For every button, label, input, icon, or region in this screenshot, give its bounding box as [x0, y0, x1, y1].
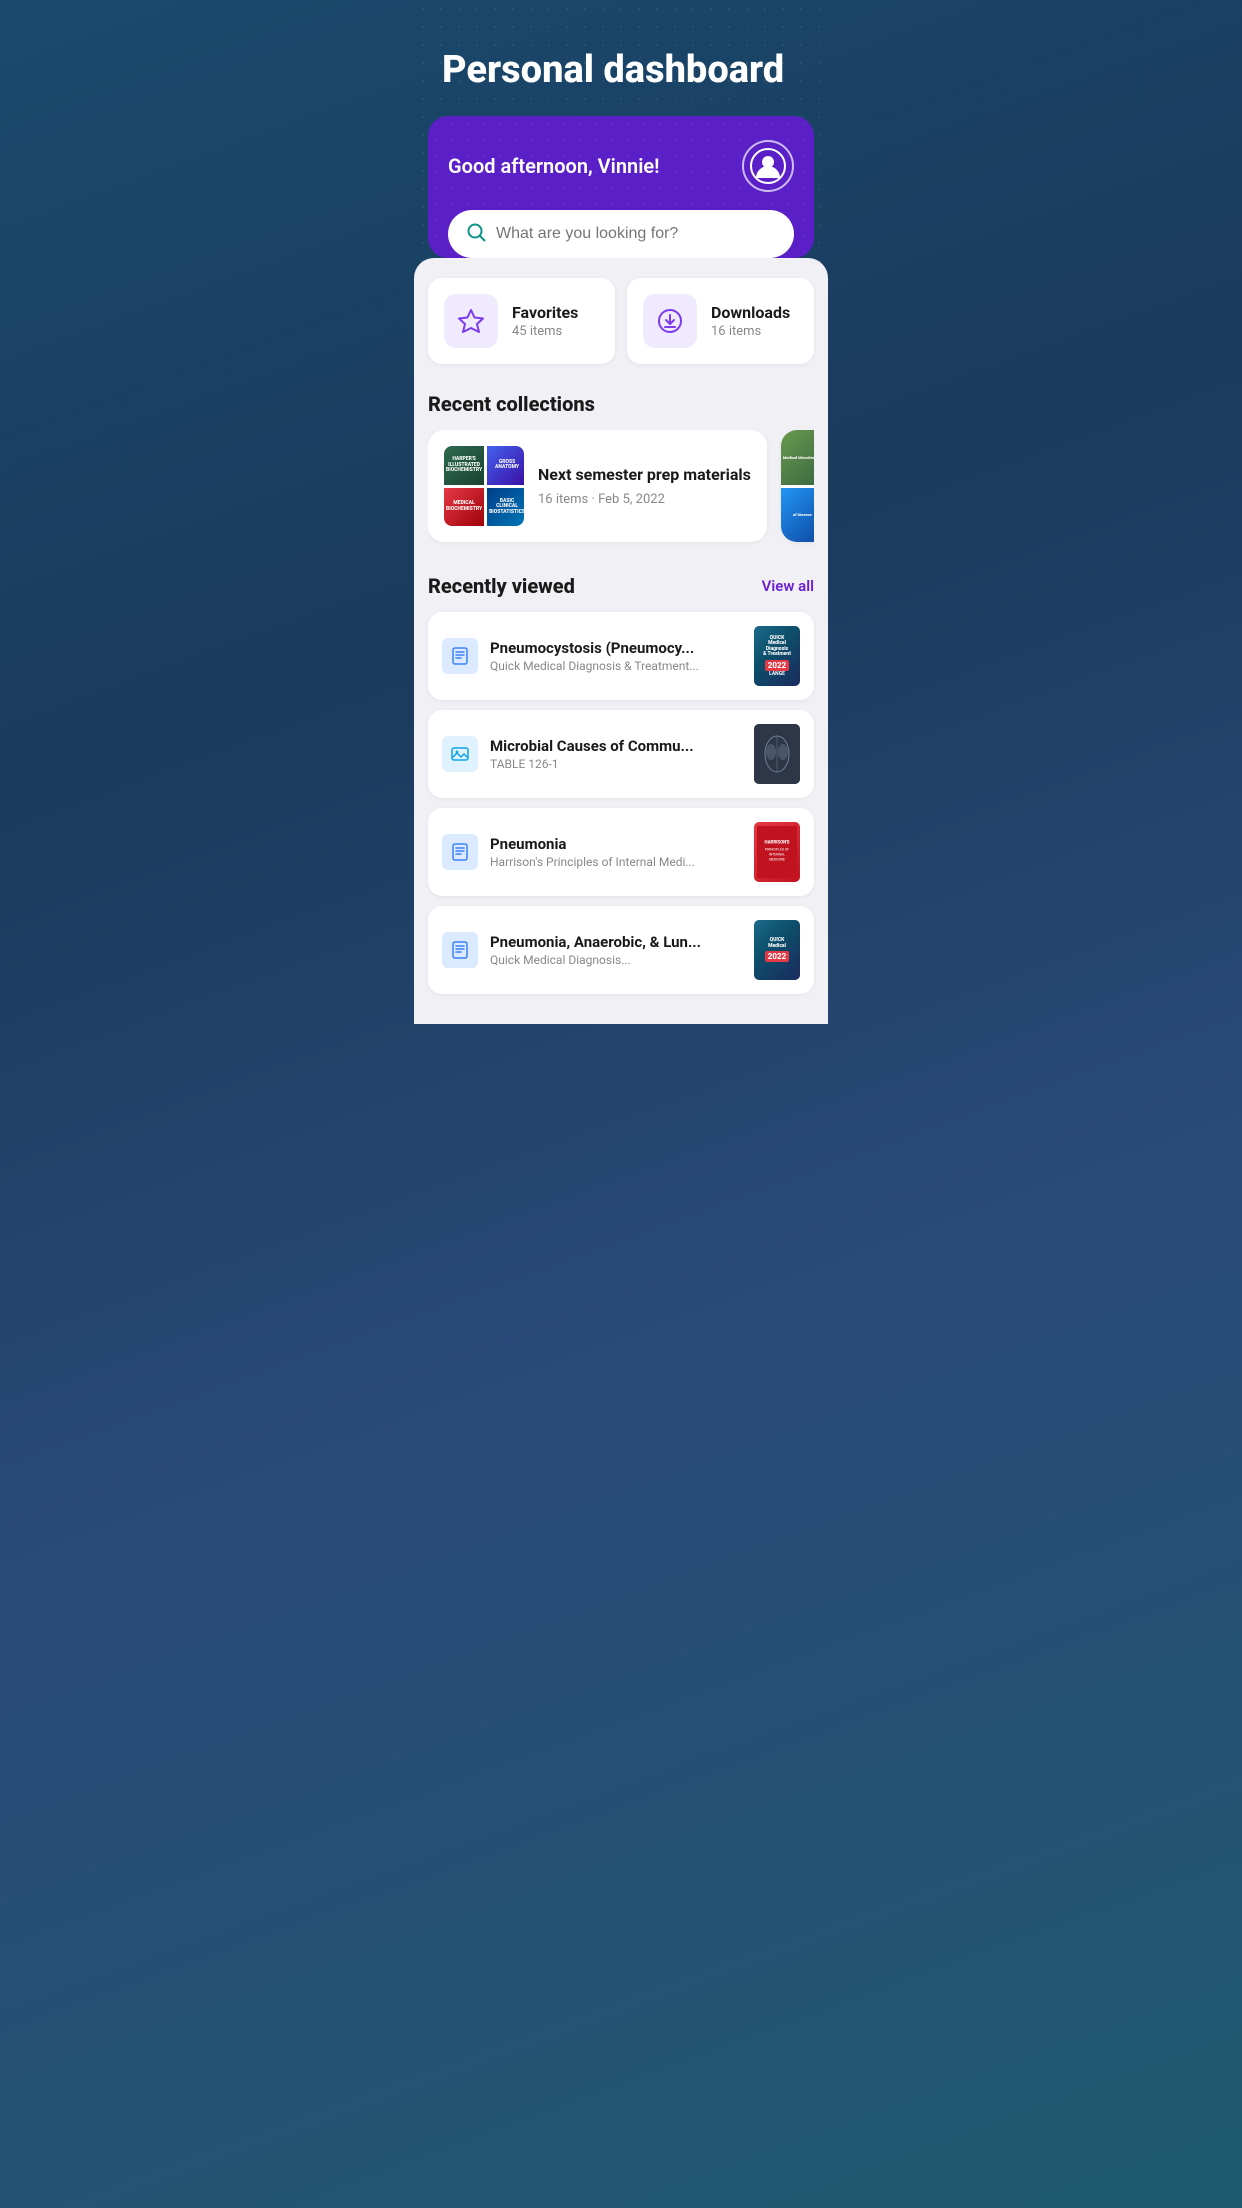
- viewed-item-4[interactable]: Pneumonia, Anaerobic, & Lun... Quick Med…: [428, 906, 814, 994]
- recently-viewed-list: Pneumocystosis (Pneumocy... Quick Medica…: [428, 612, 814, 994]
- phone-wrapper: Personal dashboard Good afternoon, Vinni…: [414, 0, 828, 1024]
- item-title-3: Pneumonia: [490, 835, 742, 853]
- item-text-4: Pneumonia, Anaerobic, & Lun... Quick Med…: [490, 933, 742, 967]
- downloads-card[interactable]: Downloads 16 items: [627, 278, 814, 364]
- recent-collections-section: Recent collections HARPER'S ILLUSTRATED …: [428, 392, 814, 546]
- collections-header: Recent collections: [428, 392, 814, 416]
- collection-card-partial[interactable]: Medical Microbiology Pathophysiology of …: [781, 430, 814, 542]
- collections-scroll[interactable]: HARPER'S ILLUSTRATED BIOCHEMISTRY GROSS …: [428, 430, 814, 546]
- content-area: Favorites 45 items Downloads 16 items: [414, 258, 828, 1024]
- svg-text:HARRISON'S: HARRISON'S: [765, 840, 790, 845]
- partial-books: Medical Microbiology Pathophysiology of …: [781, 430, 814, 542]
- downloads-label: Downloads: [711, 303, 790, 322]
- viewed-item-1[interactable]: Pneumocystosis (Pneumocy... Quick Medica…: [428, 612, 814, 700]
- recently-viewed-title: Recently viewed: [428, 574, 575, 598]
- favorites-count: 45 items: [512, 324, 578, 339]
- avatar-button[interactable]: [742, 140, 794, 192]
- item-thumb-2: [754, 724, 800, 784]
- item-subtitle-3: Harrison's Principles of Internal Medi..…: [490, 855, 742, 869]
- search-bar[interactable]: [448, 210, 794, 258]
- book-thumb-1: HARPER'S ILLUSTRATED BIOCHEMISTRY: [444, 446, 484, 485]
- search-input[interactable]: [496, 225, 776, 243]
- collections-title: Recent collections: [428, 392, 595, 416]
- greeting-text: Good afternoon, Vinnie!: [448, 154, 660, 178]
- chapter-icon-4: [450, 940, 470, 960]
- search-icon: [466, 222, 486, 246]
- item-icon-2: [442, 736, 478, 772]
- viewed-item-3[interactable]: Pneumonia Harrison's Principles of Inter…: [428, 808, 814, 896]
- item-subtitle-4: Quick Medical Diagnosis...: [490, 953, 742, 967]
- item-icon-4: [442, 932, 478, 968]
- book-thumb-2: GROSS ANATOMY: [487, 446, 524, 485]
- item-subtitle-1: Quick Medical Diagnosis & Treatment...: [490, 659, 742, 673]
- book-thumb-4: BASIC CLINICAL BIOSTATISTICS: [487, 488, 524, 527]
- book-thumb-3: MEDICAL BIOCHEMISTRY: [444, 488, 484, 527]
- download-icon: [656, 307, 684, 335]
- chapter-icon-3: [450, 842, 470, 862]
- dashboard-card: Good afternoon, Vinnie!: [428, 116, 814, 258]
- recently-viewed-header: Recently viewed View all: [428, 574, 814, 598]
- item-title-2: Microbial Causes of Commu...: [490, 737, 742, 755]
- quick-access-grid: Favorites 45 items Downloads 16 items: [428, 278, 814, 364]
- item-thumb-1: QUICKMedical Diagnosis& Treatment 2022 L…: [754, 626, 800, 686]
- item-thumb-4: QUICKMedical 2022: [754, 920, 800, 980]
- item-thumb-3: HARRISON'S PRINCIPLES OF INTERNAL MEDICI…: [754, 822, 800, 882]
- viewed-item-2[interactable]: Microbial Causes of Commu... TABLE 126-1: [428, 710, 814, 798]
- item-subtitle-2: TABLE 126-1: [490, 757, 742, 771]
- favorites-info: Favorites 45 items: [512, 303, 578, 339]
- item-icon-3: [442, 834, 478, 870]
- image-icon-2: [450, 744, 470, 764]
- collection-books-grid: HARPER'S ILLUSTRATED BIOCHEMISTRY GROSS …: [444, 446, 524, 526]
- user-avatar-icon: [750, 148, 786, 184]
- item-text-1: Pneumocystosis (Pneumocy... Quick Medica…: [490, 639, 742, 673]
- item-text-2: Microbial Causes of Commu... TABLE 126-1: [490, 737, 742, 771]
- downloads-count: 16 items: [711, 324, 790, 339]
- downloads-info: Downloads 16 items: [711, 303, 790, 339]
- card-header: Good afternoon, Vinnie!: [448, 140, 794, 192]
- collection-title-1: Next semester prep materials: [538, 465, 751, 486]
- page-title: Personal dashboard: [414, 0, 828, 116]
- favorites-label: Favorites: [512, 303, 578, 322]
- star-icon: [457, 307, 485, 335]
- chapter-icon-1: [450, 646, 470, 666]
- collection-info-1: Next semester prep materials 16 items · …: [538, 465, 751, 507]
- item-title-4: Pneumonia, Anaerobic, & Lun...: [490, 933, 742, 951]
- svg-text:INTERNAL: INTERNAL: [769, 852, 785, 856]
- favorites-icon-wrap: [444, 294, 498, 348]
- item-icon-1: [442, 638, 478, 674]
- recently-viewed-section: Recently viewed View all Pn: [428, 574, 814, 994]
- favorites-card[interactable]: Favorites 45 items: [428, 278, 615, 364]
- collection-card-1[interactable]: HARPER'S ILLUSTRATED BIOCHEMISTRY GROSS …: [428, 430, 767, 542]
- downloads-icon-wrap: [643, 294, 697, 348]
- svg-text:MEDICINE: MEDICINE: [769, 858, 785, 862]
- collection-meta-1: 16 items · Feb 5, 2022: [538, 492, 751, 507]
- view-all-button[interactable]: View all: [762, 577, 814, 595]
- item-text-3: Pneumonia Harrison's Principles of Inter…: [490, 835, 742, 869]
- svg-text:PRINCIPLES OF: PRINCIPLES OF: [765, 847, 789, 851]
- item-title-1: Pneumocystosis (Pneumocy...: [490, 639, 742, 657]
